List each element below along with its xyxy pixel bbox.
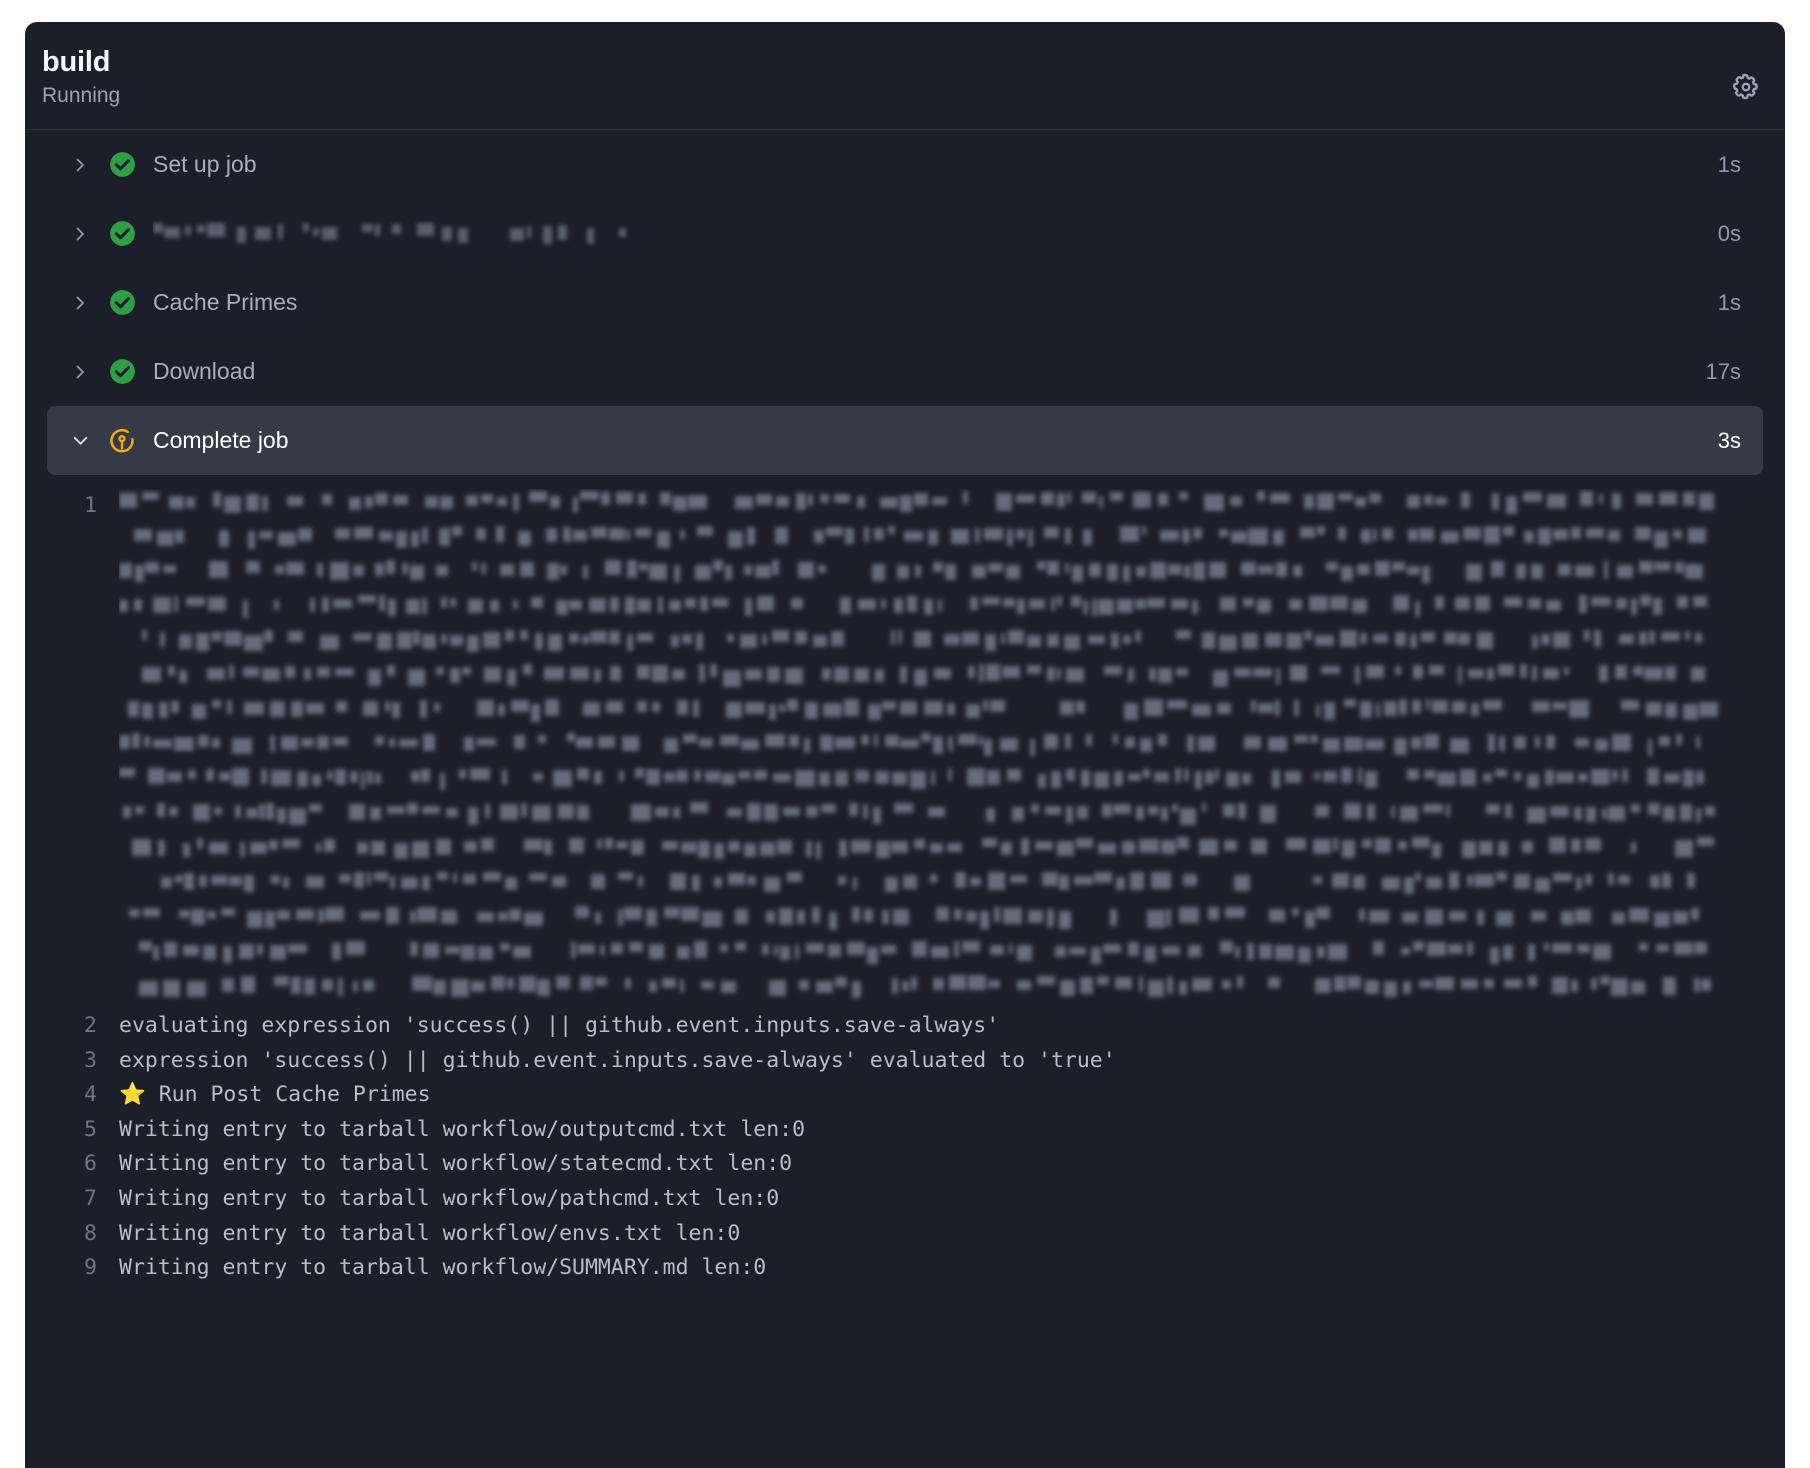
job-status-text: Running — [42, 84, 121, 107]
log-line-number: 6 — [84, 1151, 97, 1177]
chevron-right-icon — [69, 292, 91, 314]
step-row-redacted[interactable]: 0s — [47, 199, 1763, 268]
step-name: Set up job — [153, 151, 257, 177]
log-line: 1 — [25, 489, 1785, 1009]
log-line: 4 ⭐ Run Post Cache Primes — [25, 1078, 1785, 1113]
step-duration: 1s — [1717, 151, 1741, 177]
log-line-text: Writing entry to tarball workflow/SUMMAR… — [119, 1255, 767, 1281]
step-name-redacted — [153, 221, 645, 247]
log-output[interactable]: 1 2 evaluating expression 'success() || … — [25, 475, 1785, 1286]
step-name: Download — [153, 358, 256, 384]
chevron-right-icon — [69, 223, 91, 245]
log-line-text: Writing entry to tarball workflow/output… — [119, 1116, 806, 1142]
log-line-text: ⭐ Run Post Cache Primes — [119, 1082, 431, 1108]
log-line-text: expression 'success() || github.event.in… — [119, 1047, 1116, 1073]
step-duration: 1s — [1717, 289, 1741, 315]
step-row-set-up-job[interactable]: Set up job 1s — [47, 130, 1763, 199]
success-check-icon — [107, 357, 137, 387]
log-line-number: 9 — [84, 1255, 97, 1281]
log-line: 2 evaluating expression 'success() || gi… — [25, 1009, 1785, 1044]
chevron-right-icon — [69, 361, 91, 383]
success-check-icon — [107, 288, 137, 318]
log-line: 8 Writing entry to tarball workflow/envs… — [25, 1217, 1785, 1252]
log-line-number: 4 — [84, 1082, 97, 1108]
log-line-redacted — [119, 489, 1785, 1009]
log-line-number: 5 — [84, 1116, 97, 1142]
job-log-panel: build Running Set up job 1s 0s Cache Pri… — [25, 22, 1785, 1468]
log-line: 3 expression 'success() || github.event.… — [25, 1044, 1785, 1079]
log-line-number: 1 — [84, 493, 97, 518]
log-line: 5 Writing entry to tarball workflow/outp… — [25, 1113, 1785, 1148]
job-header: build Running — [25, 22, 1785, 130]
log-line-text: evaluating expression 'success() || gith… — [119, 1013, 1000, 1038]
chevron-right-icon — [69, 154, 91, 176]
log-line-number: 2 — [84, 1013, 97, 1038]
step-list: Set up job 1s 0s Cache Primes 1s Downloa… — [25, 130, 1785, 475]
step-row-download[interactable]: Download 17s — [47, 337, 1763, 406]
log-line: 9 Writing entry to tarball workflow/SUMM… — [25, 1251, 1785, 1286]
page-title: build — [42, 46, 111, 78]
step-name: Complete job — [153, 427, 289, 453]
step-duration: 3s — [1717, 427, 1741, 453]
success-check-icon — [107, 150, 137, 180]
step-row-complete-job[interactable]: Complete job 3s — [47, 406, 1763, 475]
chevron-down-icon — [69, 430, 91, 452]
log-line: 6 Writing entry to tarball workflow/stat… — [25, 1147, 1785, 1182]
log-line: 7 Writing entry to tarball workflow/path… — [25, 1182, 1785, 1217]
log-line-number: 8 — [84, 1220, 97, 1246]
step-name: Cache Primes — [153, 289, 298, 315]
success-check-icon — [107, 219, 137, 249]
log-line-text: Writing entry to tarball workflow/envs.t… — [119, 1220, 741, 1246]
log-line-number: 3 — [84, 1047, 97, 1073]
log-line-text: Writing entry to tarball workflow/statec… — [119, 1151, 793, 1177]
log-line-number: 7 — [84, 1185, 97, 1211]
step-duration: 0s — [1717, 220, 1741, 246]
settings-button[interactable] — [1729, 70, 1763, 104]
gear-icon — [1731, 72, 1761, 102]
step-duration: 17s — [1705, 358, 1741, 384]
log-line-text: Writing entry to tarball workflow/pathcm… — [119, 1185, 780, 1211]
step-row-cache-primes[interactable]: Cache Primes 1s — [47, 268, 1763, 337]
in-progress-spinner-icon — [107, 426, 137, 456]
